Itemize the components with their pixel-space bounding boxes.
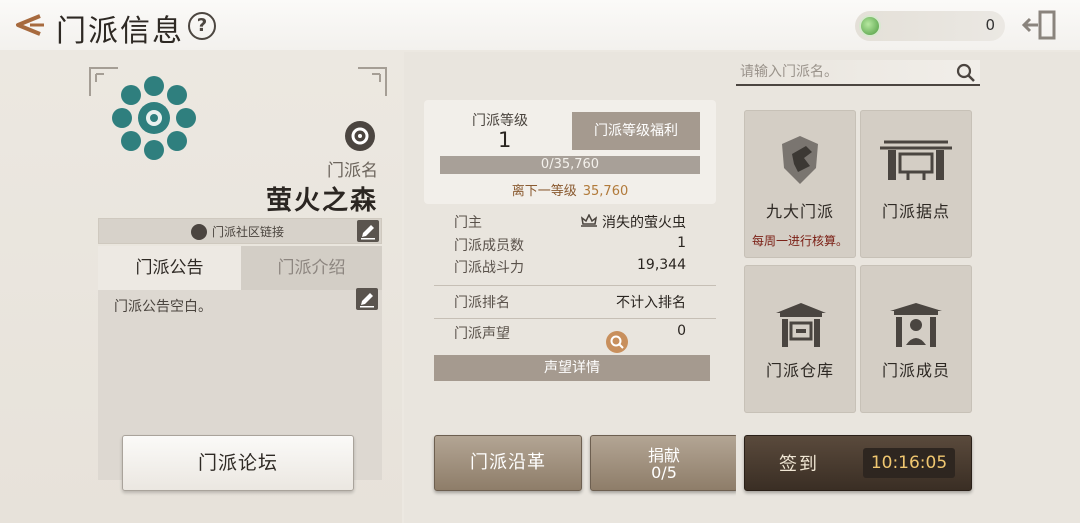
prestige-search-icon[interactable]	[606, 331, 628, 353]
guild-profile-panel: 门派名 萤火之森 门派社区链接 门派公告 门派介绍 门派公告空白。 门派论坛	[0, 52, 402, 523]
edit-link-icon[interactable]	[357, 220, 379, 242]
currency-amount: 0	[985, 16, 995, 34]
community-link-label: 门派社区链接	[212, 225, 285, 239]
notice-tabs: 门派公告 门派介绍	[98, 246, 382, 290]
donate-button[interactable]: 捐献 0/5	[590, 435, 738, 491]
power-row: 门派战斗力 19,344	[434, 257, 716, 279]
prestige-label: 门派声望	[454, 326, 510, 342]
stronghold-gate-icon	[880, 140, 952, 180]
leader-value-wrap: 消失的萤火虫	[580, 212, 686, 232]
rank-label: 门派排名	[454, 295, 510, 311]
prestige-row: 门派声望 0	[434, 323, 716, 353]
dragon-shield-icon	[782, 136, 818, 184]
help-icon[interactable]: ?	[188, 12, 216, 40]
corner-ornament-icon	[358, 67, 387, 96]
prestige-value: 0	[677, 323, 686, 339]
guild-stats-panel: 门派等级 1 门派等级福利 0/35,760 离下一等级 35,760 门主 消失…	[404, 52, 740, 523]
tab-notice[interactable]: 门派公告	[98, 246, 241, 290]
guild-history-button[interactable]: 门派沿革	[434, 435, 582, 491]
guild-search-bar	[736, 60, 980, 86]
checkin-label: 签到	[779, 454, 819, 475]
divider	[434, 285, 716, 286]
rank-row: 门派排名 不计入排名	[434, 292, 716, 314]
next-level-label: 离下一等级	[511, 184, 577, 199]
guild-name: 萤火之森	[265, 186, 378, 216]
warehouse-tile[interactable]: 门派仓库	[744, 265, 856, 413]
members-title: 门派成员	[881, 361, 950, 380]
guild-name-label: 门派名	[327, 161, 378, 181]
guild-search-input[interactable]	[740, 60, 948, 84]
leader-crown-icon	[580, 214, 598, 227]
next-level-value: 35,760	[582, 184, 629, 199]
members-row: 门派成员数 1	[434, 235, 716, 257]
community-link-bar[interactable]: 门派社区链接	[98, 218, 382, 244]
stronghold-tile[interactable]: 门派据点	[860, 110, 972, 258]
leader-row: 门主 消失的萤火虫	[434, 212, 716, 234]
search-icon[interactable]	[956, 63, 976, 83]
warehouse-title: 门派仓库	[765, 361, 834, 380]
nine-sects-title: 九大门派	[765, 202, 834, 221]
level-label: 门派等级	[472, 113, 528, 129]
leader-value: 消失的萤火虫	[602, 215, 686, 231]
chat-bubble-icon	[191, 224, 207, 240]
level-progress-text: 0/35,760	[540, 157, 600, 172]
top-bar: 门派信息 ? 0	[0, 0, 1080, 50]
page-title: 门派信息	[56, 14, 184, 49]
tab-introduction[interactable]: 门派介绍	[241, 246, 382, 290]
guild-emblem-icon	[112, 76, 196, 160]
stronghold-title: 门派据点	[881, 202, 950, 221]
power-value: 19,344	[637, 257, 686, 273]
guild-forum-button[interactable]: 门派论坛	[122, 435, 354, 491]
warehouse-icon	[776, 303, 826, 347]
members-label: 门派成员数	[454, 238, 524, 254]
power-label: 门派战斗力	[454, 260, 524, 276]
divider	[434, 318, 716, 319]
nine-sects-tile[interactable]: 九大门派 每周一进行核算。	[744, 110, 856, 258]
members-tile[interactable]: 门派成员	[860, 265, 972, 413]
back-arrow-icon[interactable]	[10, 10, 46, 40]
prestige-details-button[interactable]: 声望详情	[434, 355, 710, 381]
donate-count: 0/5	[651, 463, 677, 482]
gear-icon[interactable]	[345, 121, 375, 151]
rank-value: 不计入排名	[616, 295, 686, 311]
checkin-timer: 10:16:05	[863, 448, 955, 478]
edit-notice-icon[interactable]	[356, 288, 378, 310]
level-progress-bar: 0/35,760	[440, 156, 700, 174]
checkin-button[interactable]: 签到 10:16:05	[744, 435, 972, 491]
members-icon	[890, 303, 942, 347]
guild-functions-panel: 九大门派 每周一进行核算。 门派据点 门派仓库	[736, 52, 1080, 523]
next-level-info: 离下一等级 35,760	[424, 180, 716, 199]
leader-label: 门主	[454, 215, 482, 231]
level-value: 1	[498, 128, 512, 152]
level-card: 门派等级 1 门派等级福利 0/35,760 离下一等级 35,760	[424, 100, 716, 204]
level-benefits-button[interactable]: 门派等级福利	[572, 112, 700, 150]
members-value: 1	[677, 235, 686, 251]
coin-icon	[859, 15, 881, 37]
notice-text: 门派公告空白。	[114, 299, 212, 315]
nine-sects-note: 每周一进行核算。	[751, 234, 848, 248]
exit-icon[interactable]	[1022, 8, 1058, 42]
currency-display: 0	[855, 11, 1005, 41]
